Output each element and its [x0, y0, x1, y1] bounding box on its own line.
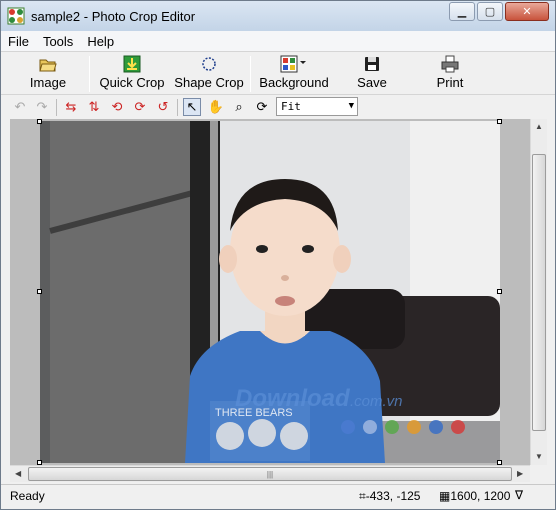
maximize-button[interactable]: ▢	[477, 2, 503, 21]
minimize-icon: ▁	[457, 6, 467, 18]
main-toolbar: Image Quick Crop Shape Crop Background S…	[1, 51, 555, 95]
print-button[interactable]: Print	[431, 54, 469, 94]
hand-icon: ✋	[207, 99, 225, 114]
crop-handle[interactable]	[497, 119, 502, 124]
menu-bar: File Tools Help	[1, 31, 555, 51]
toolbar-separator	[177, 99, 178, 116]
shape-crop-label: Shape Crop	[174, 75, 244, 90]
chevron-down-icon: ▼	[348, 101, 354, 111]
watermark-domain: .com.vn	[350, 393, 403, 410]
close-icon: ✕	[522, 6, 532, 18]
close-button[interactable]: ✕	[505, 2, 549, 21]
image-size-icon: ▦	[439, 489, 451, 503]
crop-handle[interactable]	[497, 289, 502, 294]
image-button[interactable]: Image	[25, 54, 71, 94]
crop-handle[interactable]	[37, 119, 42, 124]
resize-grip[interactable]: ∇	[515, 488, 523, 502]
scroll-down-icon[interactable]: ▼	[535, 452, 543, 461]
vertical-scroll-thumb[interactable]	[532, 154, 546, 431]
printer-icon	[441, 55, 459, 73]
menu-file[interactable]: File	[1, 34, 36, 49]
vertical-scrollbar[interactable]: ▲ ▼	[530, 119, 547, 465]
zoom-tool-button[interactable]: ⌕	[230, 98, 248, 116]
horizontal-scroll-thumb[interactable]: |||	[28, 467, 512, 481]
status-text: Ready	[10, 489, 45, 503]
undo-button[interactable]: ↶	[11, 98, 29, 116]
quick-crop-icon	[123, 55, 141, 73]
image-size: ▦1600, 1200	[439, 489, 511, 503]
photo-image: THREE BEARS Download .com.vn	[40, 121, 500, 463]
rotate-right-icon: ⟳	[134, 99, 146, 114]
scroll-up-icon[interactable]: ▲	[535, 122, 543, 131]
watermark-text: Download	[235, 385, 351, 412]
shape-crop-icon	[200, 55, 218, 73]
pointer-icon: ↖	[186, 99, 198, 114]
image-label: Image	[29, 75, 67, 90]
app-icon	[7, 7, 25, 25]
image-canvas[interactable]: THREE BEARS Download .com.vn	[10, 119, 530, 465]
flip-horizontal-button[interactable]: ⇆	[62, 98, 80, 116]
rotate-custom-icon: ↺	[157, 99, 169, 114]
window-title: sample2 - Photo Crop Editor	[31, 8, 196, 24]
pan-tool-button[interactable]: ✋	[207, 98, 225, 116]
refresh-icon: ⟳	[256, 99, 268, 114]
app-window: sample2 - Photo Crop Editor ▁ ▢ ✕ File T…	[0, 0, 556, 510]
horizontal-scrollbar[interactable]: ◀ ||| ▶	[10, 465, 530, 482]
menu-tools[interactable]: Tools	[36, 34, 80, 49]
rotate-left-button[interactable]: ⟲	[108, 98, 126, 116]
refresh-button[interactable]: ⟳	[253, 98, 271, 116]
toolbar-separator	[250, 56, 251, 92]
floppy-disk-icon	[363, 55, 381, 73]
crop-position-icon: ⌗	[359, 489, 366, 503]
open-folder-icon	[39, 55, 57, 73]
status-bar: Ready ⌗-433, -125 ▦1600, 1200 ∇	[1, 484, 555, 509]
toolbar-separator	[89, 56, 90, 92]
maximize-icon: ▢	[484, 6, 496, 18]
background-button[interactable]: Background	[256, 54, 332, 94]
scroll-right-icon[interactable]: ▶	[517, 469, 523, 478]
flip-vertical-icon: ⇅	[88, 99, 100, 114]
redo-icon: ↷	[36, 99, 48, 114]
print-label: Print	[436, 75, 464, 90]
quick-crop-label: Quick Crop	[99, 75, 165, 90]
save-label: Save	[357, 75, 387, 90]
flip-vertical-button[interactable]: ⇅	[85, 98, 103, 116]
quick-crop-button[interactable]: Quick Crop	[96, 54, 168, 94]
edit-toolbar: ↶ ↷ ⇆ ⇅ ⟲ ⟳ ↺ ↖ ✋ ⌕ ⟳ Fit ▼	[1, 95, 555, 119]
zoom-select[interactable]: Fit ▼	[276, 97, 358, 116]
zoom-value: Fit	[281, 100, 301, 113]
scroll-left-icon[interactable]: ◀	[15, 469, 21, 478]
rotate-left-icon: ⟲	[111, 99, 123, 114]
cursor-coordinates: ⌗-433, -125	[359, 489, 421, 503]
flip-horizontal-icon: ⇆	[65, 99, 77, 114]
menu-help[interactable]: Help	[80, 34, 121, 49]
toolbar-separator	[56, 99, 57, 116]
photo[interactable]: THREE BEARS Download .com.vn	[40, 121, 500, 463]
rotate-custom-button[interactable]: ↺	[154, 98, 172, 116]
minimize-button[interactable]: ▁	[449, 2, 475, 21]
select-tool-button[interactable]: ↖	[183, 98, 201, 116]
magnifier-icon: ⌕	[235, 99, 243, 114]
redo-button[interactable]: ↷	[33, 98, 51, 116]
shape-crop-button[interactable]: Shape Crop	[173, 54, 245, 94]
save-button[interactable]: Save	[353, 54, 391, 94]
undo-icon: ↶	[14, 99, 26, 114]
title-bar[interactable]: sample2 - Photo Crop Editor ▁ ▢ ✕	[1, 1, 555, 31]
crop-handle[interactable]	[37, 289, 42, 294]
grip-icon: |||	[266, 469, 274, 479]
rotate-right-button[interactable]: ⟳	[131, 98, 149, 116]
background-palette-icon	[280, 55, 308, 73]
background-label: Background	[259, 75, 329, 90]
